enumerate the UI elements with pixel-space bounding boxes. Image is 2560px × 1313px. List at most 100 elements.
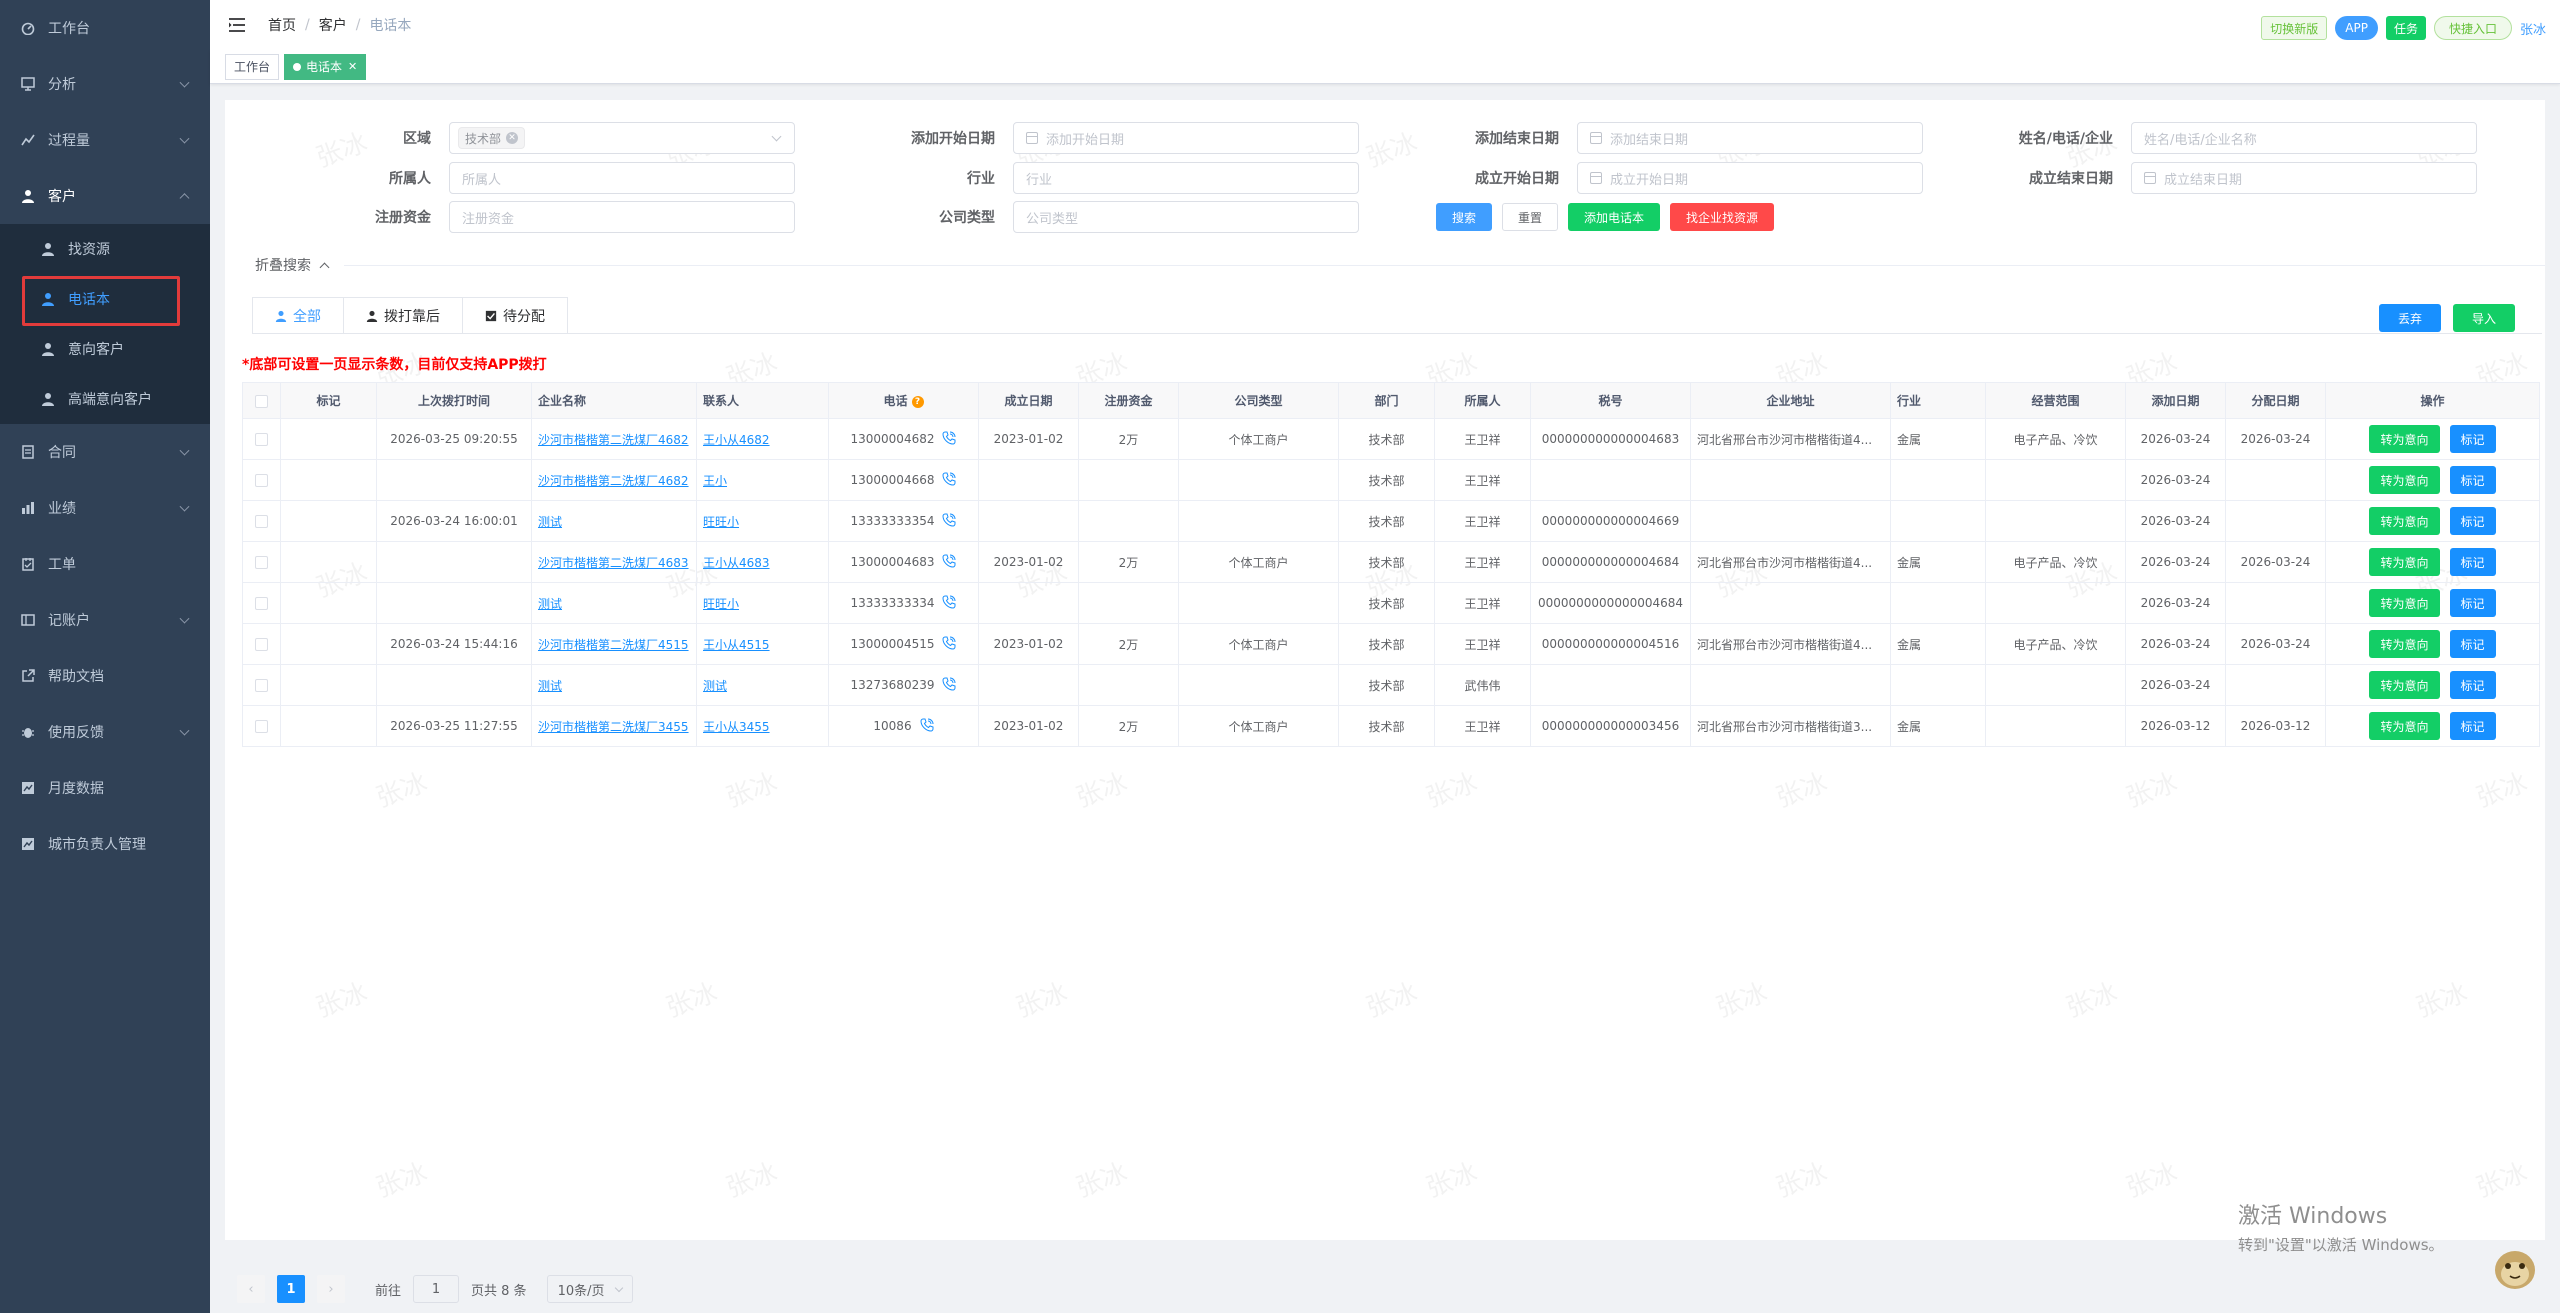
close-icon[interactable]: ✕ (348, 60, 357, 73)
phone-call-icon[interactable] (920, 718, 934, 735)
contact-link[interactable]: 旺旺小 (703, 597, 739, 611)
sidebar-item-find-resource[interactable]: 找资源 (0, 224, 210, 274)
breadcrumb-home[interactable]: 首页 (268, 15, 296, 35)
contact-link[interactable]: 王小从4683 (703, 556, 770, 570)
sidebar-item-ticket[interactable]: 工单 (0, 536, 210, 592)
search-button[interactable]: 搜索 (1436, 203, 1493, 231)
company-link[interactable]: 沙河市楷楷第二洗煤厂4682 (538, 474, 689, 488)
region-select[interactable]: 技术部 ✕ (449, 122, 795, 154)
mark-button[interactable]: 标记 (2449, 548, 2496, 576)
page-size-select[interactable]: 10条/页 (546, 1275, 633, 1303)
app-button[interactable]: APP (2335, 16, 2378, 40)
current-page[interactable]: 1 (277, 1275, 305, 1303)
convert-intent-button[interactable]: 转为意向 (2369, 507, 2440, 535)
prev-page-button[interactable]: ‹ (237, 1275, 265, 1303)
contact-link[interactable]: 旺旺小 (703, 515, 739, 529)
convert-intent-button[interactable]: 转为意向 (2369, 589, 2440, 617)
convert-intent-button[interactable]: 转为意向 (2369, 712, 2440, 740)
convert-intent-button[interactable]: 转为意向 (2369, 630, 2440, 658)
name-phone-company-input[interactable]: 姓名/电话/企业名称 (2131, 122, 2477, 154)
sidebar-item-monthly-data[interactable]: 月度数据 (0, 760, 210, 816)
sidebar-item-intent-customer[interactable]: 意向客户 (0, 324, 210, 374)
row-checkbox[interactable] (242, 705, 281, 747)
quick-entry-button[interactable]: 快捷入口 (2433, 16, 2512, 40)
sidebar-item-process[interactable]: 过程量 (0, 112, 210, 168)
mark-button[interactable]: 标记 (2449, 630, 2496, 658)
next-page-button[interactable]: › (317, 1275, 345, 1303)
switch-version-button[interactable]: 切换新版 (2261, 16, 2328, 40)
phone-call-icon[interactable] (942, 636, 956, 653)
hamburger-icon[interactable] (228, 18, 246, 32)
est-end-date-input[interactable]: 成立结束日期 (2131, 162, 2477, 194)
sidebar-item-contract[interactable]: 合同 (0, 424, 210, 480)
find-company-button[interactable]: 找企业找资源 (1670, 203, 1775, 231)
tab-to-assign[interactable]: 待分配 (463, 298, 567, 334)
company-link[interactable]: 沙河市楷楷第二洗煤厂3455 (538, 720, 689, 734)
tag-phonebook[interactable]: 电话本 ✕ (284, 53, 367, 80)
sidebar-item-analysis[interactable]: 分析 (0, 56, 210, 112)
row-checkbox[interactable] (242, 623, 281, 665)
user-name[interactable]: 张冰 (2520, 19, 2546, 38)
contact-link[interactable]: 王小 (703, 474, 727, 488)
mark-button[interactable]: 标记 (2449, 425, 2496, 453)
sidebar-item-account[interactable]: 记账户 (0, 592, 210, 648)
task-button[interactable]: 任务 (2385, 16, 2426, 40)
tab-all[interactable]: 全部 (253, 298, 344, 334)
tab-call-later[interactable]: 拨打靠后 (344, 298, 463, 334)
row-checkbox[interactable] (242, 418, 281, 460)
sidebar-item-workbench[interactable]: 工作台 (0, 0, 210, 56)
mascot-icon[interactable] (2490, 1242, 2540, 1292)
phone-call-icon[interactable] (942, 554, 956, 571)
industry-input[interactable]: 行业 (1013, 162, 1359, 194)
company-link[interactable]: 沙河市楷楷第二洗煤厂4683 (538, 556, 689, 570)
phone-call-icon[interactable] (942, 595, 956, 612)
convert-intent-button[interactable]: 转为意向 (2369, 548, 2440, 576)
contact-link[interactable]: 王小从3455 (703, 720, 770, 734)
convert-intent-button[interactable]: 转为意向 (2369, 466, 2440, 494)
mark-button[interactable]: 标记 (2449, 589, 2496, 617)
breadcrumb-customer[interactable]: 客户 (319, 15, 347, 35)
import-button[interactable]: 导入 (2452, 304, 2515, 332)
collapse-search-toggle[interactable]: 折叠搜索 (255, 255, 2545, 275)
company-link[interactable]: 测试 (538, 679, 562, 693)
add-end-date-input[interactable]: 添加结束日期 (1577, 122, 1923, 154)
company-link[interactable]: 沙河市楷楷第二洗煤厂4682 (538, 433, 689, 447)
sidebar-item-customer[interactable]: 客户 (0, 168, 210, 224)
phone-call-icon[interactable] (942, 513, 956, 530)
row-checkbox[interactable] (242, 664, 281, 706)
row-checkbox[interactable] (242, 500, 281, 542)
mark-button[interactable]: 标记 (2449, 712, 2496, 740)
company-link[interactable]: 测试 (538, 597, 562, 611)
contact-link[interactable]: 王小从4515 (703, 638, 770, 652)
reset-button[interactable]: 重置 (1502, 203, 1559, 231)
sidebar-item-performance[interactable]: 业绩 (0, 480, 210, 536)
company-link[interactable]: 测试 (538, 515, 562, 529)
row-checkbox[interactable] (242, 459, 281, 501)
sidebar-item-help-docs[interactable]: 帮助文档 (0, 648, 210, 704)
abandon-button[interactable]: 丢弃 (2378, 304, 2441, 332)
mark-button[interactable]: 标记 (2449, 466, 2496, 494)
close-icon[interactable]: ✕ (506, 132, 519, 144)
contact-link[interactable]: 测试 (703, 679, 727, 693)
contact-link[interactable]: 王小从4682 (703, 433, 770, 447)
est-start-date-input[interactable]: 成立开始日期 (1577, 162, 1923, 194)
mark-button[interactable]: 标记 (2449, 507, 2496, 535)
row-checkbox[interactable] (242, 541, 281, 583)
phone-call-icon[interactable] (942, 431, 956, 448)
row-checkbox[interactable] (242, 582, 281, 624)
owner-input[interactable]: 所属人 (449, 162, 795, 194)
phone-call-icon[interactable] (942, 677, 956, 694)
sidebar-item-city-manager[interactable]: 城市负责人管理 (0, 816, 210, 872)
sidebar-item-premium-intent[interactable]: 高端意向客户 (0, 374, 210, 424)
sidebar-item-feedback[interactable]: 使用反馈 (0, 704, 210, 760)
selected-tag[interactable]: 技术部 ✕ (458, 127, 526, 149)
phone-call-icon[interactable] (942, 472, 956, 489)
sidebar-item-phonebook[interactable]: 电话本 (0, 274, 210, 326)
mark-button[interactable]: 标记 (2449, 671, 2496, 699)
question-icon[interactable]: ? (911, 395, 924, 408)
company-link[interactable]: 沙河市楷楷第二洗煤厂4515 (538, 638, 689, 652)
add-phonebook-button[interactable]: 添加电话本 (1568, 203, 1661, 231)
select-all-checkbox[interactable] (242, 382, 281, 419)
add-start-date-input[interactable]: 添加开始日期 (1013, 122, 1359, 154)
capital-input[interactable]: 注册资金 (449, 201, 795, 233)
